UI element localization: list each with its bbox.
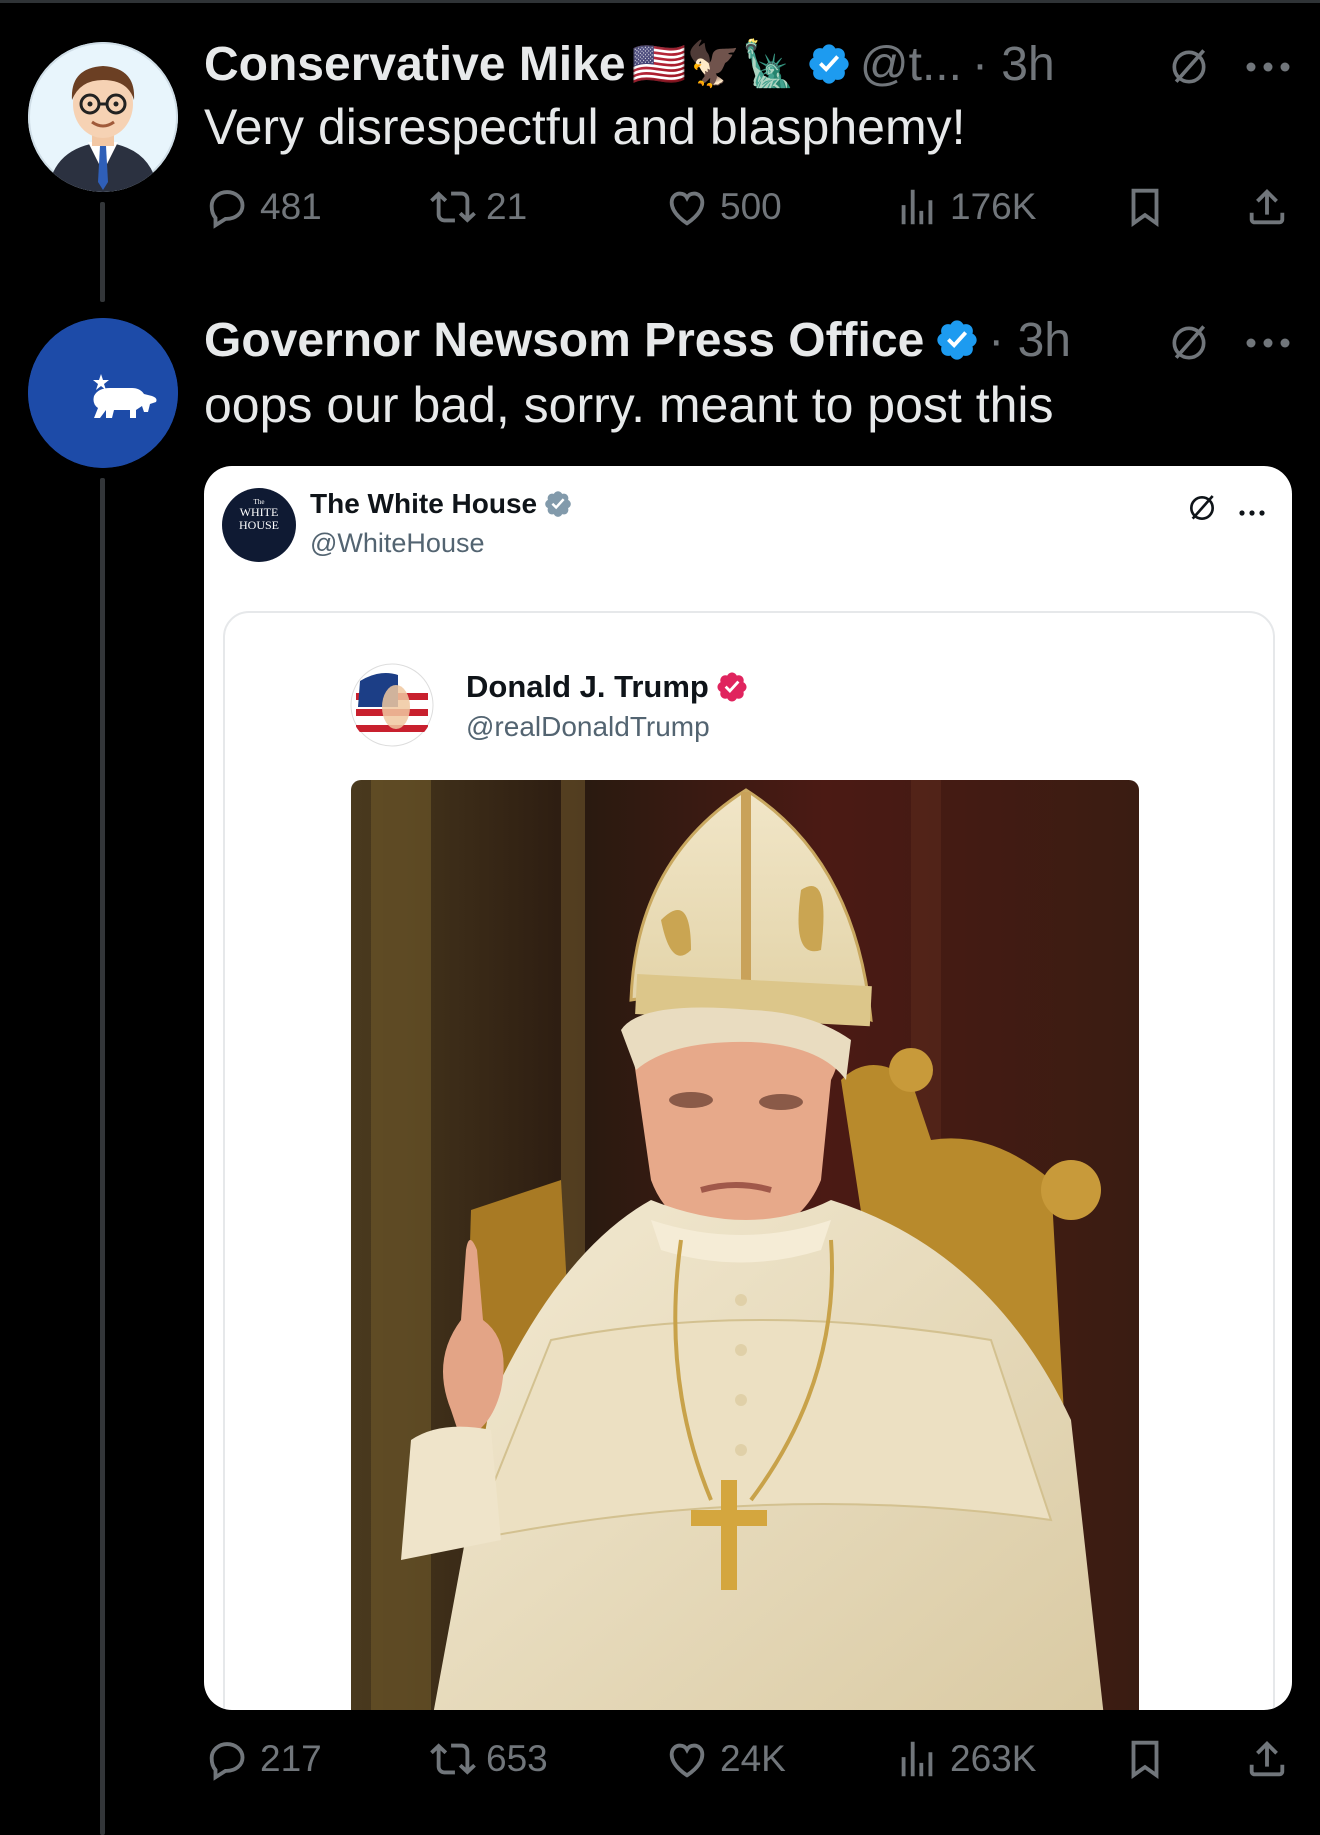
share-icon xyxy=(1249,188,1285,225)
reply-button[interactable]: 481 xyxy=(204,184,322,230)
verified-icon xyxy=(937,320,977,360)
tweet-text: oops our bad, sorry. meant to post this xyxy=(204,377,1054,433)
share-button[interactable] xyxy=(1244,184,1300,230)
more-icon[interactable] xyxy=(1240,42,1296,92)
reply-count: 481 xyxy=(260,186,322,227)
grok-icon xyxy=(1186,492,1218,529)
grok-icon[interactable] xyxy=(1164,318,1214,368)
author-name[interactable]: Conservative Mike xyxy=(204,37,626,92)
bookmark-button[interactable] xyxy=(1122,1736,1178,1782)
repost-icon xyxy=(430,191,476,223)
name-emoji: 🇺🇸🦅🗽 xyxy=(631,40,796,89)
share-button[interactable] xyxy=(1244,1736,1300,1782)
reply-count: 217 xyxy=(260,1738,322,1779)
repost-count: 653 xyxy=(486,1738,548,1779)
white-house-logo-line2: HOUSE xyxy=(238,518,279,532)
bookmark-icon xyxy=(1131,188,1159,228)
tweet-header-1: Conservative Mike 🇺🇸🦅🗽 @t... · 3h xyxy=(204,34,1055,94)
tweet-actions-2: 217 653 24K 263K xyxy=(204,1736,1294,1796)
author-name[interactable]: Governor Newsom Press Office xyxy=(204,313,924,368)
verified-icon xyxy=(545,491,571,517)
like-button[interactable]: 500 xyxy=(664,184,782,230)
embed-outer-handle: @WhiteHouse xyxy=(310,528,485,558)
tweet-header-2: Governor Newsom Press Office · 3h xyxy=(204,310,1071,370)
verified-icon xyxy=(809,44,849,84)
like-icon xyxy=(669,191,705,226)
repost-button[interactable]: 21 xyxy=(430,184,527,230)
like-count: 24K xyxy=(720,1738,786,1779)
author-handle[interactable]: @t... xyxy=(860,37,962,92)
embed-inner-name-row: Donald J. Trump xyxy=(466,669,749,705)
views-button[interactable]: 176K xyxy=(894,184,1036,230)
views-button[interactable]: 263K xyxy=(894,1736,1036,1782)
bookmark-button[interactable] xyxy=(1122,184,1178,230)
like-button[interactable]: 24K xyxy=(664,1736,786,1782)
views-icon xyxy=(901,189,933,225)
avatar-newsom-press-office[interactable] xyxy=(28,318,178,468)
repost-button[interactable]: 653 xyxy=(430,1736,548,1782)
embed-outer-name-row: The White House xyxy=(310,488,573,520)
tweet-actions-1: 481 21 500 176K xyxy=(204,184,1294,244)
tweet-text: Very disrespectful and blasphemy! xyxy=(204,99,966,155)
reply-button[interactable]: 217 xyxy=(204,1736,322,1782)
embed-inner-handle: @realDonaldTrump xyxy=(466,711,710,742)
views-icon xyxy=(901,1741,933,1777)
tweet-time[interactable]: · 3h xyxy=(972,37,1055,92)
top-divider xyxy=(0,0,1320,3)
trump-avatar xyxy=(350,663,434,747)
more-icon[interactable] xyxy=(1240,318,1296,368)
white-house-avatar: The WHITE HOUSE xyxy=(222,488,296,562)
grok-icon[interactable] xyxy=(1164,42,1214,92)
repost-icon xyxy=(430,1743,476,1775)
repost-count: 21 xyxy=(486,186,528,227)
like-count: 500 xyxy=(720,186,782,227)
views-count: 263K xyxy=(950,1738,1037,1779)
quoted-post: Donald J. Trump @realDonaldTrump xyxy=(223,611,1275,1710)
reply-icon xyxy=(209,190,245,229)
embed-outer-name: The White House xyxy=(310,488,538,519)
tweet-time[interactable]: · 3h xyxy=(988,313,1071,368)
embed-inner-name: Donald J. Trump xyxy=(466,669,709,704)
views-count: 176K xyxy=(950,186,1037,227)
thread-connector-2 xyxy=(100,478,105,1835)
like-icon xyxy=(669,1743,705,1778)
thread-connector-1 xyxy=(100,202,105,302)
bookmark-icon xyxy=(1131,1740,1159,1780)
reply-icon xyxy=(209,1742,245,1781)
avatar-conservative-mike[interactable] xyxy=(28,42,178,192)
verified-icon xyxy=(717,672,747,702)
more-icon xyxy=(1238,504,1266,522)
share-icon xyxy=(1249,1740,1285,1777)
embedded-screenshot-card[interactable]: The WHITE HOUSE The White House @WhiteHo… xyxy=(204,466,1292,1710)
